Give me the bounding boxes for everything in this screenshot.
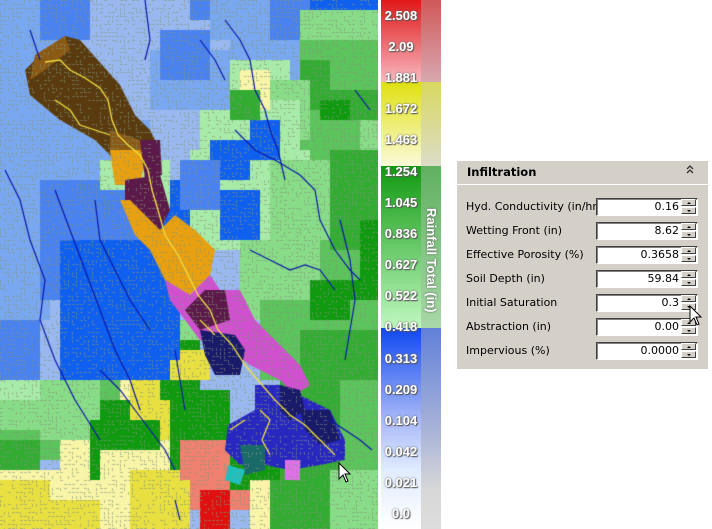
spinner-value[interactable]: 0.0000: [641, 344, 680, 357]
field-row: Initial Saturation 0.3: [466, 294, 702, 312]
map-canvas[interactable]: [0, 0, 378, 529]
arrow-down-icon: [687, 354, 691, 356]
spin-up-button[interactable]: [681, 223, 696, 230]
arrow-up-icon: [687, 346, 691, 348]
spin-down-button[interactable]: [681, 279, 696, 286]
spinner-value[interactable]: 0.16: [655, 200, 680, 213]
rainfall-legend: 2.508 2.09 1.881 1.672 1.463 1.254 1.045 0.836 0…: [381, 0, 441, 529]
spin-up-button[interactable]: [681, 295, 696, 302]
legend-tick-label: 1.463: [384, 132, 418, 147]
rainfall-map[interactable]: [0, 0, 378, 529]
numeric-spinner[interactable]: 8.62: [596, 222, 698, 240]
numeric-spinner[interactable]: 59.84: [596, 270, 698, 288]
numeric-spinner[interactable]: 0.3658: [596, 246, 698, 264]
field-row: Effective Porosity (%) 0.3658: [466, 246, 702, 264]
field-label: Wetting Front (in): [466, 224, 563, 237]
field-label: Hyd. Conductivity (in/hr): [466, 200, 602, 213]
legend-tick-label: 0.313: [384, 351, 418, 366]
arrow-up-icon: [687, 250, 691, 252]
spin-up-button[interactable]: [681, 271, 696, 278]
field-label: Effective Porosity (%): [466, 248, 584, 261]
spinner-buttons[interactable]: [681, 199, 697, 215]
spinner-value[interactable]: 59.84: [648, 272, 680, 285]
mouse-cursor-icon: [689, 304, 703, 331]
field-row: Hyd. Conductivity (in/hr) 0.16: [466, 198, 702, 216]
legend-tick-label: 2.508: [384, 8, 418, 23]
legend-tick-label: 0.522: [384, 288, 418, 303]
field-label: Initial Saturation: [466, 296, 558, 309]
legend-tick-label: 0.021: [384, 475, 418, 490]
spin-down-button[interactable]: [681, 351, 696, 358]
legend-tick-label: 0.418: [384, 319, 418, 334]
double-chevron-up-icon[interactable]: [685, 164, 695, 175]
field-label: Soil Depth (in): [466, 272, 545, 285]
field-row: Abstraction (in) 0.00: [466, 318, 702, 336]
arrow-down-icon: [687, 258, 691, 260]
spin-down-button[interactable]: [681, 255, 696, 262]
arrow-up-icon: [687, 202, 691, 204]
spinner-buttons[interactable]: [681, 343, 697, 359]
legend-tick-label: 1.254: [384, 164, 418, 179]
panel-header[interactable]: Infiltration: [457, 161, 708, 185]
arrow-down-icon: [687, 234, 691, 236]
spin-up-button[interactable]: [681, 343, 696, 350]
spin-down-button[interactable]: [681, 231, 696, 238]
mouse-cursor-icon: [338, 461, 352, 488]
legend-tick-label: 0.0: [391, 506, 411, 521]
infiltration-panel: Infiltration Hyd. Conductivity (in/hr) 0…: [457, 161, 708, 369]
spinner-value[interactable]: 0.00: [655, 320, 680, 333]
legend-title: Rainfall Total (in): [424, 207, 439, 313]
legend-tick-label: 0.836: [384, 226, 418, 241]
legend-tick-label: 0.209: [384, 382, 418, 397]
numeric-spinner[interactable]: 0.0000: [596, 342, 698, 360]
legend-tick-label: 2.09: [388, 39, 414, 54]
spin-down-button[interactable]: [681, 207, 696, 214]
spin-up-button[interactable]: [681, 199, 696, 206]
spinner-value[interactable]: 0.3658: [641, 248, 680, 261]
arrow-up-icon: [687, 298, 691, 300]
field-row: Soil Depth (in) 59.84: [466, 270, 702, 288]
spinner-buttons[interactable]: [681, 223, 697, 239]
field-row: Wetting Front (in) 8.62: [466, 222, 702, 240]
arrow-down-icon: [687, 210, 691, 212]
numeric-spinner[interactable]: 0.00: [596, 318, 698, 336]
arrow-down-icon: [687, 282, 691, 284]
legend-tick-label: 0.104: [384, 413, 418, 428]
spinner-value[interactable]: 0.3: [662, 296, 680, 309]
legend-tick-label: 0.627: [384, 257, 418, 272]
legend-tick-label: 1.045: [384, 195, 418, 210]
arrow-up-icon: [687, 226, 691, 228]
field-label: Impervious (%): [466, 344, 550, 357]
arrow-up-icon: [687, 274, 691, 276]
spinner-buttons[interactable]: [681, 247, 697, 263]
numeric-spinner[interactable]: 0.16: [596, 198, 698, 216]
spinner-buttons[interactable]: [681, 271, 697, 287]
legend-tick-label: 1.881: [384, 70, 418, 85]
spin-up-button[interactable]: [681, 247, 696, 254]
spinner-value[interactable]: 8.62: [655, 224, 680, 237]
panel-title: Infiltration: [467, 165, 537, 179]
numeric-spinner[interactable]: 0.3: [596, 294, 698, 312]
field-label: Abstraction (in): [466, 320, 552, 333]
legend-tick-label: 0.042: [384, 444, 418, 459]
legend-tick-label: 1.672: [384, 101, 418, 116]
field-row: Impervious (%) 0.0000: [466, 342, 702, 360]
